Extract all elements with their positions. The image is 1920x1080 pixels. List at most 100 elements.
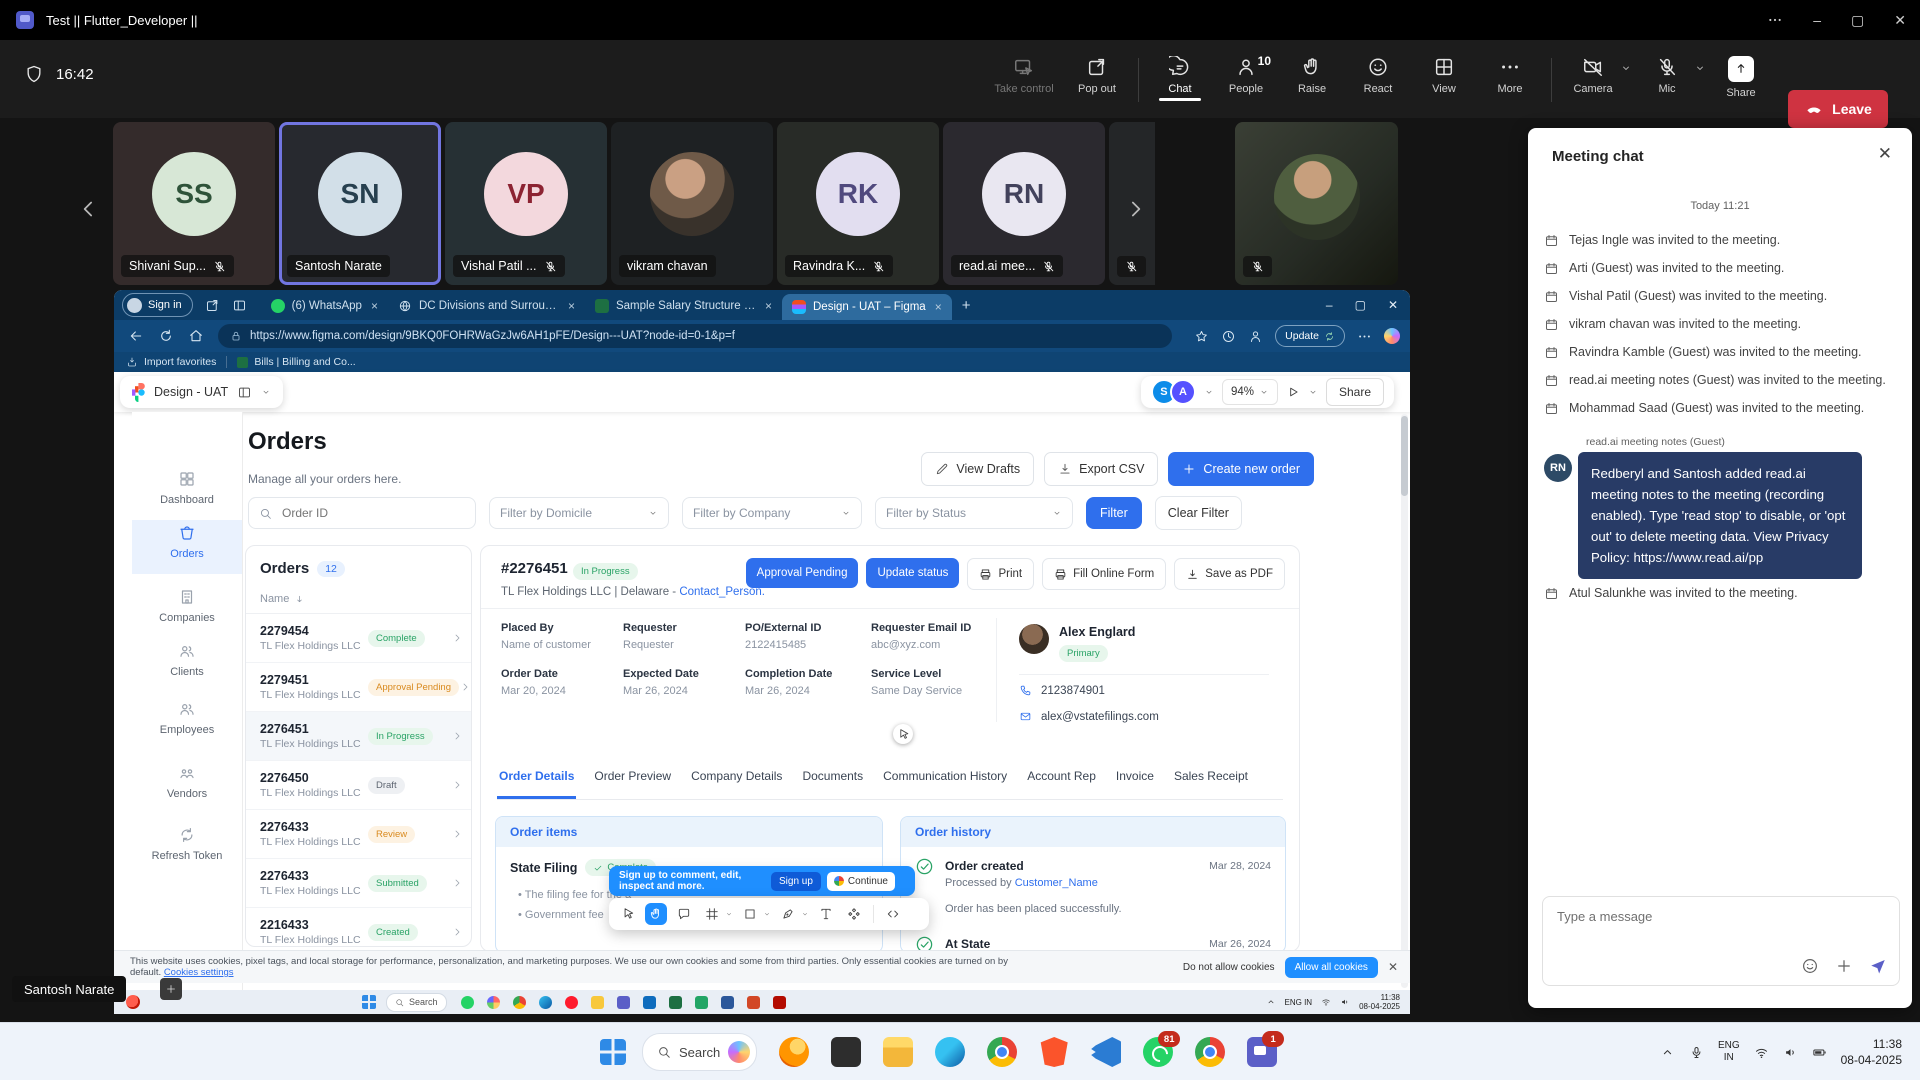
participant-tile[interactable]: SSShivani Sup...	[113, 122, 275, 285]
filter-company-dropdown[interactable]: Filter by Company	[682, 497, 862, 529]
view-drafts-button[interactable]: View Drafts	[921, 452, 1034, 486]
layers-panel-icon[interactable]	[237, 385, 252, 400]
approval-pending-button[interactable]: Approval Pending	[746, 558, 859, 588]
workspaces-icon[interactable]	[205, 298, 220, 313]
tab-close-icon[interactable]: ×	[371, 299, 378, 313]
order-list-row[interactable]: 2276451TL Flex Holdings LLCIn Progress	[246, 712, 471, 761]
sidebar-item-employees[interactable]: Employees	[132, 700, 242, 736]
reload-icon[interactable]	[158, 328, 174, 344]
participant-tile[interactable]: vikram chavan	[611, 122, 773, 285]
pen-tool[interactable]	[777, 903, 799, 925]
sidebar-item-clients[interactable]: Clients	[132, 642, 242, 678]
hand-tool[interactable]	[645, 903, 667, 925]
language-indicator[interactable]: ENG IN	[1718, 1040, 1740, 1064]
browser-close-button[interactable]: ✕	[1388, 298, 1398, 312]
clear-filter-button[interactable]: Clear Filter	[1155, 496, 1242, 530]
chat-button[interactable]: Chat	[1147, 48, 1213, 95]
page-scrollbar[interactable]	[1401, 414, 1408, 988]
cookie-settings-link[interactable]: Cookies settings	[164, 967, 234, 978]
order-list-row[interactable]: 2276450TL Flex Holdings LLCDraft	[246, 761, 471, 810]
word-icon[interactable]	[721, 996, 734, 1009]
window-more-icon[interactable]	[1767, 12, 1783, 28]
figma-share-button[interactable]: Share	[1326, 378, 1384, 406]
new-tab-button[interactable]: +	[962, 297, 971, 314]
address-field[interactable]: https://www.figma.com/design/9BKQ0FOHRWa…	[218, 324, 1172, 348]
sidebar-item-refresh-token[interactable]: Refresh Token	[132, 826, 242, 862]
shape-chevron-icon[interactable]	[763, 910, 771, 918]
mic-button[interactable]: Mic	[1634, 48, 1700, 95]
sidebar-item-dashboard[interactable]: Dashboard	[132, 470, 242, 506]
dev-mode-toggle[interactable]	[882, 903, 904, 925]
tab-close-icon[interactable]: ×	[935, 300, 942, 314]
battery-icon[interactable]	[1812, 1045, 1827, 1060]
browser-tab[interactable]: Design - UAT – Figma×	[782, 294, 952, 320]
shared-start-icon[interactable]	[362, 995, 376, 1009]
next-participants-icon[interactable]	[1122, 196, 1148, 222]
taskbar-app-teams[interactable]: 1	[1247, 1037, 1277, 1067]
file-menu-chevron-icon[interactable]	[261, 387, 271, 397]
order-list-row[interactable]: 2216433TL Flex Holdings LLCCreated	[246, 908, 471, 947]
update-status-button[interactable]: Update status	[866, 558, 959, 588]
rep-phone[interactable]: 2123874901	[1041, 685, 1105, 697]
window-maximize-button[interactable]: ▢	[1851, 12, 1864, 29]
save-as-pdf-button[interactable]: Save as PDF	[1174, 558, 1285, 590]
move-tool[interactable]	[617, 903, 639, 925]
more-button[interactable]: More	[1477, 48, 1543, 95]
order-list-row[interactable]: 2276433TL Flex Holdings LLCReview	[246, 810, 471, 859]
present-icon[interactable]	[1286, 385, 1300, 399]
taskbar-app-file-explorer[interactable]	[883, 1037, 913, 1067]
google-continue-button[interactable]: Continue	[827, 872, 895, 891]
presenter-pin-button[interactable]	[160, 978, 182, 1000]
outlook-icon[interactable]	[643, 996, 656, 1009]
file-explorer-icon[interactable]	[591, 996, 604, 1009]
chat-input-box[interactable]	[1542, 896, 1900, 986]
event-meta-link[interactable]: Customer_Name	[1015, 877, 1098, 889]
shared-language-indicator[interactable]: ENG IN	[1285, 998, 1313, 1007]
browser-tab[interactable]: Sample Salary Structure with calc×	[585, 292, 782, 320]
taskbar-app-firefox[interactable]	[779, 1037, 809, 1067]
chat-message-input[interactable]	[1555, 907, 1859, 951]
order-list-row[interactable]: 2276433TL Flex Holdings LLCSubmitted	[246, 859, 471, 908]
send-icon[interactable]	[1869, 957, 1887, 975]
taskbar-app-edge[interactable]	[935, 1037, 965, 1067]
teams-icon[interactable]	[617, 996, 630, 1009]
taskbar-app-chrome[interactable]	[987, 1037, 1017, 1067]
camera-button[interactable]: Camera	[1560, 48, 1626, 95]
chrome-icon[interactable]	[513, 996, 526, 1009]
frame-tool[interactable]	[701, 903, 723, 925]
collaborator-avatar[interactable]: A	[1170, 379, 1196, 405]
zoom-control[interactable]: 94%	[1222, 379, 1278, 405]
emoji-icon[interactable]	[1801, 957, 1819, 975]
taskbar-app-vscode[interactable]	[1091, 1037, 1121, 1067]
share-button[interactable]: Share	[1708, 48, 1774, 99]
window-close-button[interactable]: ✕	[1894, 12, 1906, 29]
taskbar-app-chrome-alt[interactable]	[1195, 1037, 1225, 1067]
tab-order-preview[interactable]: Order Preview	[592, 769, 673, 799]
participant-tile[interactable]: RNread.ai mee...	[943, 122, 1105, 285]
page-scrollbar-thumb[interactable]	[1401, 416, 1408, 496]
react-button[interactable]: React	[1345, 48, 1411, 95]
tab-documents[interactable]: Documents	[800, 769, 865, 799]
browser-tab[interactable]: DC Divisions and Surroundings×	[388, 292, 585, 320]
filter-button[interactable]: Filter	[1086, 497, 1142, 529]
fill-online-form-button[interactable]: Fill Online Form	[1042, 558, 1166, 590]
shared-tray-chevron-icon[interactable]	[1266, 997, 1276, 1007]
window-minimize-button[interactable]: –	[1813, 12, 1821, 28]
browser-maximize-button[interactable]: ▢	[1355, 298, 1366, 312]
tab-company-details[interactable]: Company Details	[689, 769, 784, 799]
taskbar-widget-icon[interactable]	[126, 995, 140, 1009]
shape-tool[interactable]	[739, 903, 761, 925]
participant-tile[interactable]: RKRavindra K...	[777, 122, 939, 285]
sidebar-item-vendors[interactable]: Vendors	[132, 764, 242, 800]
sidebar-item-orders[interactable]: Orders	[132, 524, 242, 560]
edge-icon[interactable]	[539, 996, 552, 1009]
back-icon[interactable]	[128, 328, 144, 344]
participant-tile[interactable]: VPVishal Patil ...	[445, 122, 607, 285]
home-icon[interactable]	[188, 328, 204, 344]
sort-by-name[interactable]: Name	[246, 587, 471, 614]
browser-profile-button[interactable]: Sign in	[122, 293, 193, 317]
tab-sales-receipt[interactable]: Sales Receipt	[1172, 769, 1250, 799]
taskbar-app-brave[interactable]	[1039, 1037, 1069, 1067]
filter-domicile-dropdown[interactable]: Filter by Domicile	[489, 497, 669, 529]
browser-minimize-button[interactable]: –	[1326, 298, 1333, 312]
